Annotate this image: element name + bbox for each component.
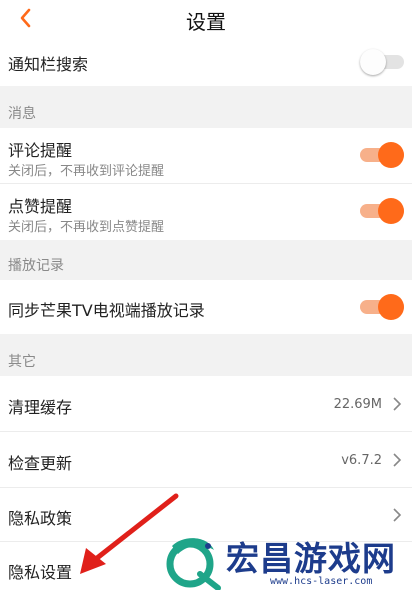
dragon-logo-icon (166, 538, 221, 590)
settings-row-check-update[interactable]: 检查更新 v6.7.2 (0, 432, 412, 488)
watermark-site-name: 宏昌游戏网 (226, 539, 396, 578)
chevron-right-icon (393, 397, 402, 411)
row-label: 清理缓存 (8, 398, 73, 417)
row-label: 隐私政策 (8, 509, 73, 528)
page-title: 设置 (186, 10, 226, 34)
section-title: 播放记录 (8, 258, 64, 274)
row-subtitle: 关闭后，不再收到点赞提醒 (8, 220, 165, 235)
row-label: 点赞提醒 (8, 197, 73, 216)
row-subtitle: 关闭后，不再收到评论提醒 (8, 164, 165, 179)
toggle-knob (360, 49, 386, 75)
chevron-right-icon (393, 453, 402, 467)
sync-tv-toggle[interactable] (360, 294, 404, 320)
row-label: 同步芒果TV电视端播放记录 (8, 301, 205, 320)
toggle-knob (378, 198, 404, 224)
toggle-knob (378, 294, 404, 320)
section-title: 其它 (8, 354, 36, 370)
cache-size-value: 22.69M (333, 397, 382, 412)
settings-row-comment-remind: 评论提醒 关闭后，不再收到评论提醒 (0, 128, 412, 184)
section-header-other: 其它 (0, 334, 412, 376)
top-bar: 设置 (0, 0, 412, 36)
row-label: 检查更新 (8, 454, 73, 473)
row-label: 通知栏搜索 (8, 55, 89, 74)
settings-row-like-remind: 点赞提醒 关闭后，不再收到点赞提醒 (0, 184, 412, 240)
chevron-right-icon (393, 508, 402, 522)
like-remind-toggle[interactable] (360, 198, 404, 224)
version-value: v6.7.2 (341, 453, 382, 468)
settings-row-notify-search: 通知栏搜索 (0, 38, 412, 86)
row-label: 隐私设置 (8, 563, 73, 582)
settings-row-clear-cache[interactable]: 清理缓存 22.69M (0, 376, 412, 432)
section-header-message: 消息 (0, 86, 412, 128)
settings-row-sync-tv: 同步芒果TV电视端播放记录 (0, 280, 412, 334)
section-title: 消息 (8, 106, 36, 122)
section-header-play-record: 播放记录 (0, 240, 412, 280)
toggle-knob (378, 142, 404, 168)
notify-search-toggle[interactable] (360, 49, 404, 75)
row-label: 评论提醒 (8, 141, 73, 160)
comment-remind-toggle[interactable] (360, 142, 404, 168)
site-watermark: 宏昌游戏网 www.hcs-laser.com (160, 528, 412, 594)
watermark-url: www.hcs-laser.com (270, 576, 373, 587)
